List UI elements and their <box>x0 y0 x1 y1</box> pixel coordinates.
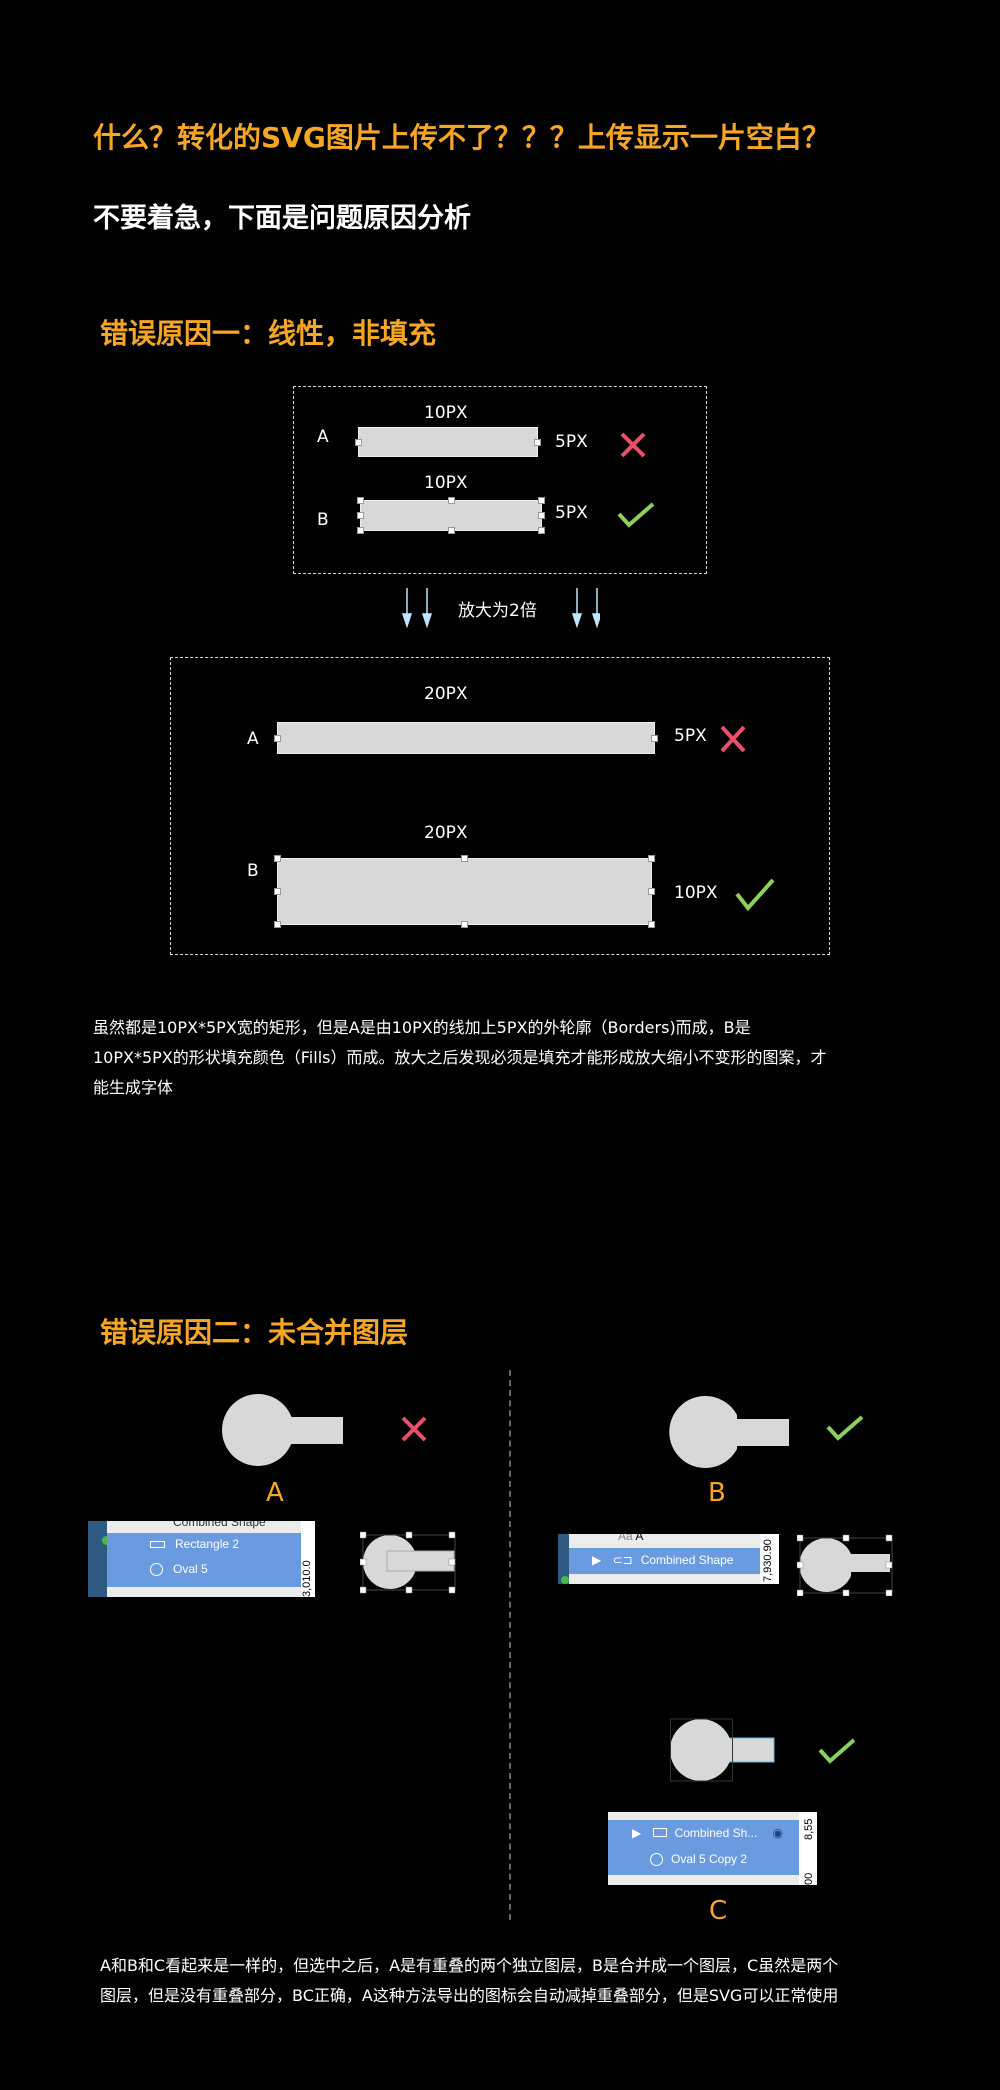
correct-icon <box>818 1738 856 1764</box>
resize-handle <box>355 439 362 446</box>
wrong-icon <box>720 725 746 753</box>
layers-panel-a: Combined Shape Rectangle 2 Oval 5 3,010.… <box>88 1521 315 1597</box>
before-b-rect <box>357 497 545 534</box>
oval-icon <box>150 1563 163 1577</box>
page-title: 什么？转化的SVG图片上传不了？？？上传显示一片空白？ <box>93 121 830 154</box>
shape-b <box>669 1396 789 1468</box>
after-a-rect <box>274 722 658 754</box>
before-a-rect <box>355 427 541 457</box>
after-b-height: 10PX <box>674 883 718 903</box>
layer-item-rectangle[interactable]: Rectangle 2 <box>150 1537 315 1551</box>
section1-explanation: 虽然都是10PX*5PX宽的矩形，但是A是由10PX的线加上5PX的外轮廓（Bo… <box>93 1018 827 1097</box>
rectangle-icon <box>652 1828 667 1837</box>
resize-handle <box>534 439 541 446</box>
oval-icon <box>650 1853 663 1867</box>
section1-title: 错误原因一：线性，非填充 <box>100 317 437 350</box>
example-c-label: C <box>709 1896 728 1926</box>
scale-label: 放大为2倍 <box>458 601 537 621</box>
after-a-height: 5PX <box>674 726 707 746</box>
after-a-label: A <box>247 729 259 749</box>
before-a-label: A <box>317 427 329 447</box>
shape-a-selected <box>360 1531 456 1594</box>
expand-arrow-icon[interactable]: ▶ <box>592 1553 601 1567</box>
after-b-width: 20PX <box>424 823 468 843</box>
shape-b-selected <box>797 1534 893 1596</box>
after-b-rect <box>274 855 655 928</box>
shape-c <box>670 1718 775 1782</box>
layer-item-oval[interactable]: Oval 5 Copy 2 <box>650 1852 817 1867</box>
combined-shape-icon: ⊂⊐ <box>612 1553 633 1567</box>
layer-item[interactable]: Aa A <box>618 1534 779 1543</box>
wrong-icon <box>620 432 646 458</box>
section2-title: 错误原因二：未合并图层 <box>100 1316 409 1349</box>
layer-item-combined-shape[interactable]: ▶ Combined Sh... ◉ <box>632 1826 817 1840</box>
before-a-height: 5PX <box>555 432 588 452</box>
correct-icon <box>826 1415 864 1441</box>
before-scale-box <box>293 386 707 574</box>
correct-icon <box>735 878 775 912</box>
after-a-width: 20PX <box>424 684 468 704</box>
shape-a <box>222 1394 343 1466</box>
layers-panel-b: Aa A ▶ ⊂⊐ Combined Shape 7,930.90 <box>558 1534 779 1584</box>
divider <box>509 1370 511 1920</box>
expand-arrow-icon[interactable]: ▶ <box>632 1826 641 1840</box>
before-a-width: 10PX <box>424 403 468 423</box>
example-a-label: A <box>266 1478 284 1508</box>
layer-item-combined-shape[interactable]: ▶ ⊂⊐ Combined Shape <box>592 1553 779 1567</box>
wrong-icon <box>401 1416 427 1442</box>
before-b-height: 5PX <box>555 503 588 523</box>
layer-item-oval[interactable]: Oval 5 <box>150 1562 315 1577</box>
correct-icon <box>617 502 655 528</box>
after-b-label: B <box>247 861 259 881</box>
section2-explanation: A和B和C看起来是一样的，但选中之后，A是有重叠的两个独立图层，B是合并成一个图… <box>100 1956 839 2005</box>
layer-item[interactable]: Combined Shape <box>173 1521 315 1529</box>
layers-panel-c: ▶ Combined Sh... ◉ Oval 5 Copy 2 8,55 00 <box>608 1812 817 1885</box>
eye-icon[interactable]: ◉ <box>773 1826 783 1840</box>
example-b-label: B <box>708 1478 726 1508</box>
before-b-label: B <box>317 510 329 530</box>
rectangle-icon <box>150 1541 165 1548</box>
page-subtitle: 不要着急，下面是问题原因分析 <box>93 203 471 234</box>
before-b-width: 10PX <box>424 473 468 493</box>
